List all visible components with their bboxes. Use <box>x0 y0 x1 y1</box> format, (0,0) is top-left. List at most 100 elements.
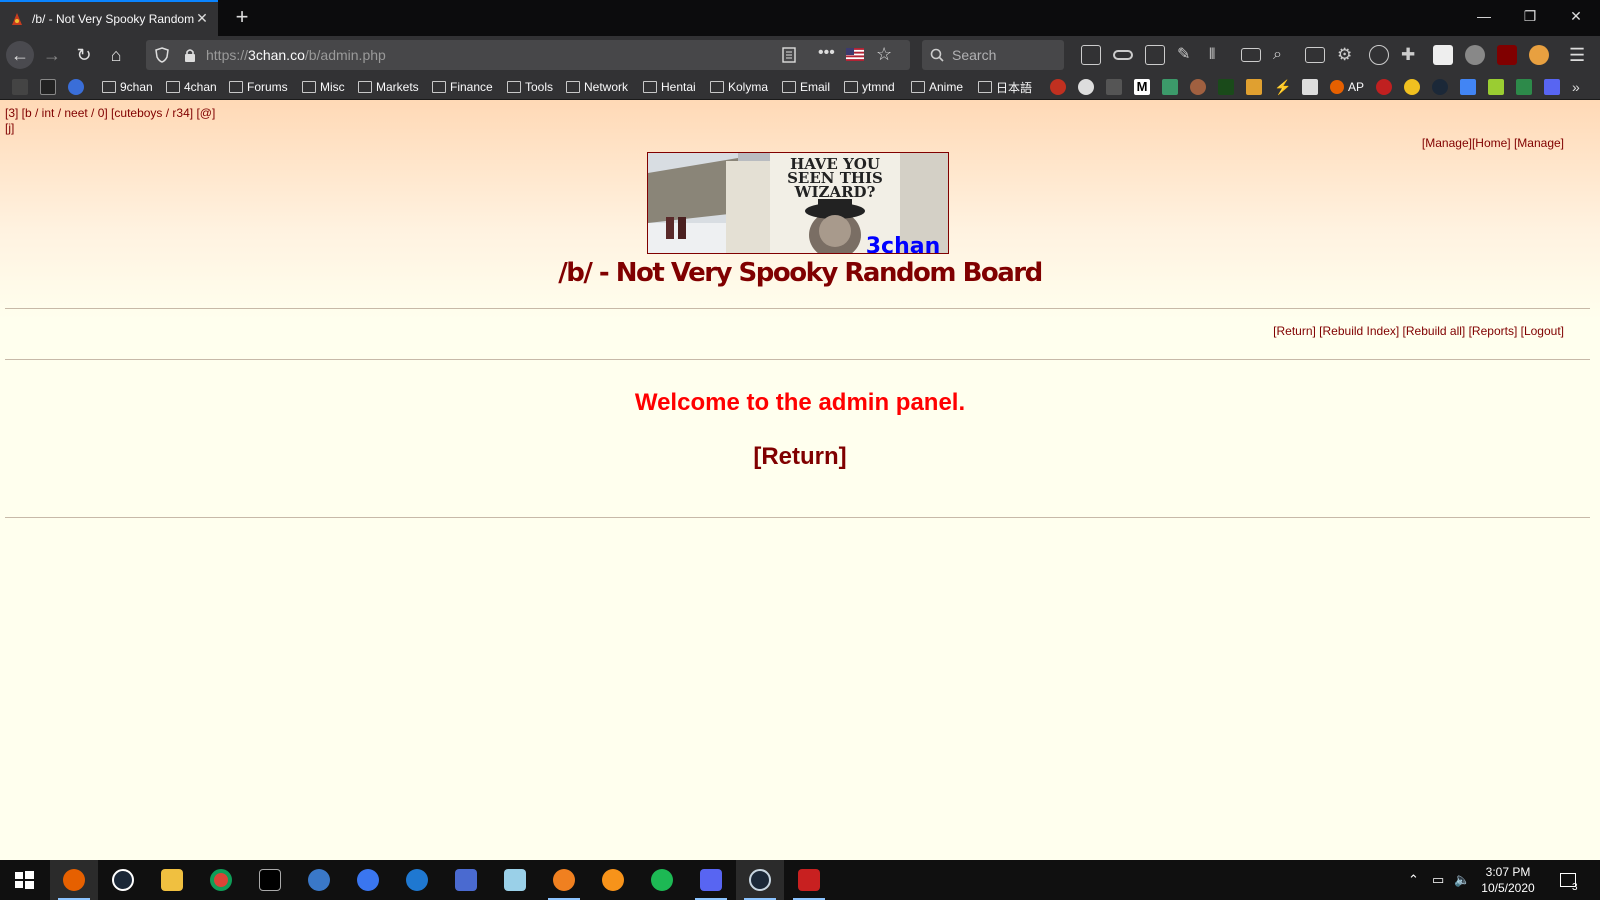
minimize-icon[interactable]: — <box>1461 0 1507 32</box>
bookmark-icon-2[interactable] <box>40 79 56 95</box>
bookmark-green-square-icon[interactable] <box>1488 79 1504 95</box>
settings-gear-icon[interactable]: ⚙ <box>1337 45 1357 65</box>
taskbar-thunderbird[interactable] <box>393 860 441 900</box>
taskbar-file-explorer[interactable] <box>148 860 196 900</box>
new-tab-button[interactable]: + <box>230 6 254 30</box>
tab-active[interactable]: /b/ - Not Very Spooky Random Board ✕ <box>0 0 218 36</box>
bookmark-emoji-icon[interactable] <box>1404 79 1420 95</box>
bookmarks-overflow-icon[interactable]: » <box>1572 79 1588 95</box>
bookmark-icon-dark[interactable] <box>1106 79 1122 95</box>
taskbar-spotify[interactable] <box>638 860 686 900</box>
taskbar-app-11[interactable] <box>540 860 588 900</box>
address-bar[interactable]: https://3chan.co/b/admin.php ••• ☆ <box>146 40 910 70</box>
search-input[interactable]: Search <box>922 40 1064 70</box>
taskbar-network-app[interactable] <box>442 860 490 900</box>
bookmark-folder-tools[interactable]: Tools <box>507 79 553 95</box>
bookmark-folder-markets[interactable]: Markets <box>358 79 419 95</box>
bookmark-lightning-icon[interactable]: ⚡ <box>1274 79 1291 95</box>
bookmark-folder-japanese[interactable]: 日本語 <box>978 79 1032 95</box>
private-mask-icon[interactable] <box>1113 50 1133 60</box>
bookmark-folder-email[interactable]: Email <box>782 79 830 95</box>
bookmark-folder-network[interactable]: Network <box>566 79 628 95</box>
close-window-icon[interactable]: ✕ <box>1553 0 1599 32</box>
bookmark-bug-icon[interactable] <box>1376 79 1392 95</box>
screenshot-icon[interactable] <box>1145 45 1165 65</box>
taskbar-app-6[interactable] <box>295 860 343 900</box>
account-icon[interactable] <box>1369 45 1389 65</box>
admin-bar[interactable]: [Manage][Home] [Manage] <box>1422 136 1564 150</box>
manage-links[interactable]: [Return] [Rebuild Index] [Rebuild all] [… <box>1273 324 1564 338</box>
url-text[interactable]: https://3chan.co/b/admin.php <box>206 47 386 63</box>
taskbar-bitcoin[interactable] <box>589 860 637 900</box>
taskbar-app-10[interactable] <box>491 860 539 900</box>
tracking-shield-icon[interactable] <box>154 47 170 63</box>
taskbar-terminal[interactable] <box>246 860 294 900</box>
bookmark-window-icon[interactable] <box>1302 79 1318 95</box>
wrench-icon[interactable]: ✎ <box>1177 45 1197 65</box>
us-flag-icon[interactable] <box>846 48 864 61</box>
library-icon[interactable]: ⫴ <box>1209 45 1229 65</box>
chameleon-icon[interactable] <box>1529 45 1549 65</box>
bookmark-sprout-icon[interactable] <box>1516 79 1532 95</box>
taskbar-signal[interactable] <box>344 860 392 900</box>
bookmark-folder-ytmnd[interactable]: ytmnd <box>844 79 895 95</box>
bookmark-cat-icon[interactable] <box>1078 79 1094 95</box>
taskbar-steam-2[interactable] <box>736 860 784 900</box>
pocket-icon[interactable] <box>1081 45 1101 65</box>
bookmark-pinwheel-icon[interactable] <box>1460 79 1476 95</box>
app-icon <box>798 869 820 891</box>
bookmark-folder-hentai[interactable]: Hentai <box>643 79 696 95</box>
hamburger-menu-icon[interactable]: ☰ <box>1569 45 1589 65</box>
synced-tabs-icon[interactable] <box>1241 48 1261 62</box>
system-clock[interactable]: 3:07 PM 10/5/2020 <box>1476 864 1540 896</box>
bookmark-star-icon[interactable]: ☆ <box>876 44 892 65</box>
taskbar-chrome[interactable] <box>197 860 245 900</box>
tray-overflow-icon[interactable]: ⌃ <box>1408 872 1419 888</box>
bookmark-folder-forums[interactable]: Forums <box>229 79 288 95</box>
bookmark-m-icon[interactable]: M <box>1134 79 1150 95</box>
home-button[interactable]: ⌂ <box>102 41 130 69</box>
bookmark-kp-icon[interactable] <box>12 79 28 95</box>
taskbar-discord[interactable] <box>687 860 735 900</box>
bookmark-ap[interactable]: AP <box>1330 79 1364 95</box>
bookmark-folder-kolyma[interactable]: Kolyma <box>710 79 768 95</box>
extensions-puzzle-icon[interactable]: ✚ <box>1401 45 1421 65</box>
taskbar-firefox[interactable] <box>50 860 98 900</box>
bookmark-folder-misc[interactable]: Misc <box>302 79 345 95</box>
zoom-icon[interactable]: ⌕ <box>1273 45 1293 65</box>
return-link[interactable]: [Return] <box>0 443 1600 471</box>
board-list-line-2[interactable]: [j] <box>5 121 215 136</box>
bookmark-face-icon[interactable] <box>1190 79 1206 95</box>
ublock-origin-icon[interactable] <box>1497 45 1517 65</box>
sidebar-icon[interactable] <box>1305 47 1325 63</box>
board-list-line-1[interactable]: [3] [b / int / neet / 0] [cuteboys / r34… <box>5 106 215 121</box>
volume-icon[interactable]: 🔈 <box>1454 872 1470 888</box>
back-button[interactable]: ← <box>6 41 34 69</box>
board-banner[interactable]: HAVE YOU SEEN THIS WIZARD? 3chan <box>647 152 949 254</box>
bookmark-folder-4chan[interactable]: 4chan <box>166 79 217 95</box>
tampermonkey-icon[interactable] <box>1433 45 1453 65</box>
bookmark-steam-icon[interactable] <box>1432 79 1448 95</box>
bookmark-folder-9chan[interactable]: 9chan <box>102 79 153 95</box>
firefox-icon <box>63 869 85 891</box>
restore-icon[interactable]: ❐ <box>1507 0 1553 32</box>
bookmark-tomato-icon[interactable] <box>1050 79 1066 95</box>
bookmark-folder-anime[interactable]: Anime <box>911 79 963 95</box>
bookmark-icon-3[interactable] <box>68 79 84 95</box>
reload-button[interactable]: ↻ <box>70 41 98 69</box>
bookmark-folder-yellow-icon[interactable] <box>1246 79 1262 95</box>
forward-button[interactable]: → <box>38 41 66 69</box>
close-tab-icon[interactable]: ✕ <box>194 10 210 26</box>
reader-view-icon[interactable] <box>780 46 798 64</box>
page-actions-icon[interactable]: ••• <box>818 44 835 62</box>
bookmark-green-icon[interactable] <box>1218 79 1234 95</box>
vpn-globe-icon[interactable] <box>1465 45 1485 65</box>
network-status-icon[interactable]: ▭ <box>1432 872 1444 888</box>
lock-icon[interactable] <box>182 47 198 63</box>
bookmark-discord-icon[interactable] <box>1544 79 1560 95</box>
bookmark-folder-finance[interactable]: Finance <box>432 79 493 95</box>
taskbar-steam[interactable] <box>99 860 147 900</box>
bookmark-book-icon[interactable] <box>1162 79 1178 95</box>
taskbar-app-16[interactable] <box>785 860 833 900</box>
start-button[interactable] <box>0 860 48 900</box>
